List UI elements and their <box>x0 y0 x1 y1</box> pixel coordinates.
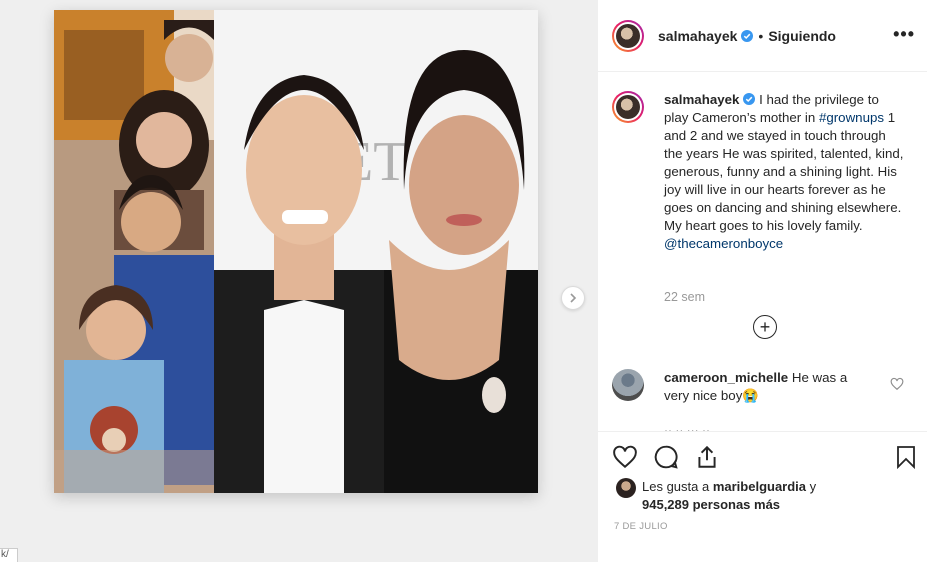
comment-text: cameroon_michelle He was a very nice boy… <box>664 369 874 405</box>
comments-area: salmahayek I had the privilege to play C… <box>598 73 927 431</box>
verified-icon <box>743 93 756 105</box>
liker-username[interactable]: maribelguardia <box>713 479 806 494</box>
caption-avatar[interactable] <box>612 91 644 123</box>
action-icons <box>598 432 927 482</box>
heart-icon[interactable] <box>612 444 638 470</box>
post-photo: ET <box>54 10 538 493</box>
comment-item: cameroon_michelle He was a very nice boy… <box>612 369 874 405</box>
post-date[interactable]: 7 DE JULIO <box>614 521 668 532</box>
share-icon[interactable] <box>694 444 720 470</box>
bookmark-icon[interactable] <box>894 444 918 470</box>
status-url: k/ <box>0 548 18 562</box>
cut-off-comment: ·· ·· ··· ·· <box>664 423 710 431</box>
media-area: ET k/ <box>0 0 597 562</box>
likes-summary: Les gusta a maribelguardia y 945,289 pers… <box>616 478 862 514</box>
header-username[interactable]: salmahayek <box>658 28 737 44</box>
caption-text: salmahayek I had the privilege to play C… <box>664 91 904 253</box>
caption: salmahayek I had the privilege to play C… <box>612 91 904 253</box>
post-sidebar: salmahayek • Siguiendo ••• salmahayek I … <box>597 0 927 562</box>
actions-bar <box>598 431 927 482</box>
caption-body-2: 1 and 2 and we stayed in touch through t… <box>664 110 904 233</box>
comment-icon[interactable] <box>653 444 679 470</box>
likes-text: Les gusta a maribelguardia y 945,289 pers… <box>642 478 862 514</box>
post-image[interactable]: ET <box>54 10 538 493</box>
likes-mid: y <box>806 479 817 494</box>
likes-count[interactable]: 945,289 personas más <box>642 497 780 512</box>
likes-prefix: Les gusta a <box>642 479 713 494</box>
mention-link[interactable]: @thecameronboyce <box>664 236 783 251</box>
hashtag-link[interactable]: #grownups <box>819 110 884 125</box>
more-icon[interactable]: ••• <box>893 25 915 43</box>
next-image-button[interactable] <box>561 286 585 310</box>
verified-icon <box>741 29 754 42</box>
liker-avatar[interactable] <box>616 478 636 498</box>
comment-avatar[interactable] <box>612 369 644 401</box>
separator-dot: • <box>758 27 764 44</box>
comment-username[interactable]: cameroon_michelle <box>664 370 788 385</box>
following-button[interactable]: Siguiendo <box>768 28 836 44</box>
comment-like-heart-icon[interactable] <box>890 377 904 391</box>
caption-username[interactable]: salmahayek <box>664 92 739 107</box>
post-header: salmahayek • Siguiendo ••• <box>598 0 927 72</box>
chevron-right-icon <box>570 293 577 303</box>
load-more-comments-button[interactable]: + <box>753 315 777 339</box>
caption-time: 22 sem <box>664 290 705 304</box>
avatar[interactable] <box>612 19 644 52</box>
